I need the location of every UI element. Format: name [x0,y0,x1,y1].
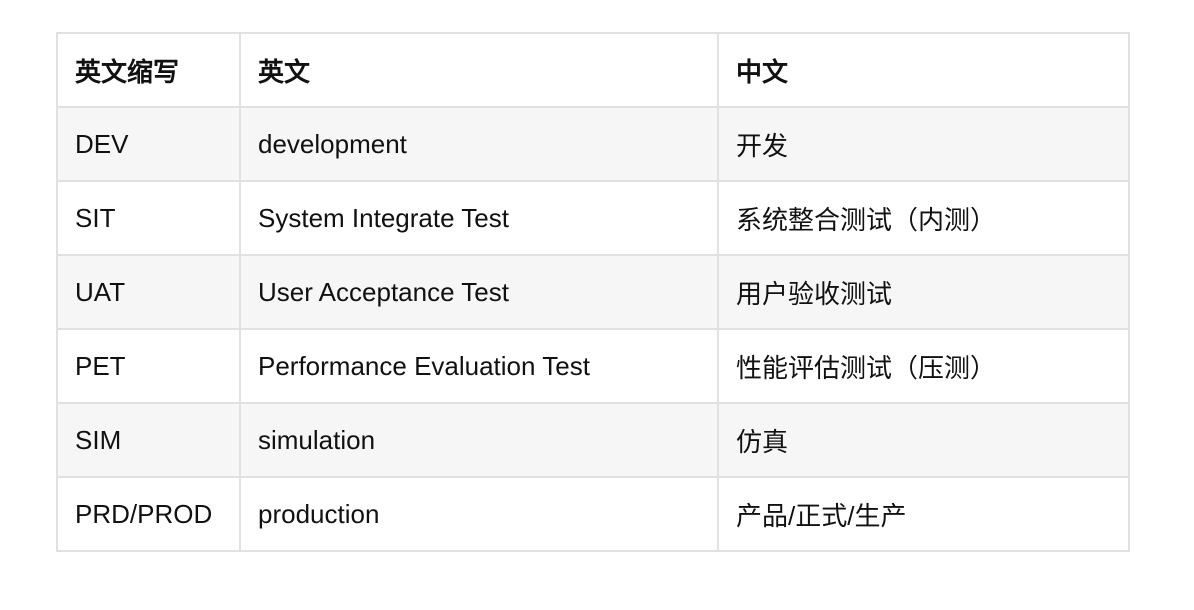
cell-chinese: 系统整合测试（内测） [717,180,1130,256]
cell-abbreviation: PRD/PROD [56,476,241,552]
cell-english: User Acceptance Test [239,254,719,330]
table-header-row: 英文缩写 英文 中文 [56,32,1130,108]
cell-abbreviation: UAT [56,254,241,330]
cell-chinese: 开发 [717,106,1130,182]
table-row: PET Performance Evaluation Test 性能评估测试（压… [56,328,1130,404]
cell-abbreviation: SIT [56,180,241,256]
table-row: SIM simulation 仿真 [56,402,1130,478]
cell-abbreviation: SIM [56,402,241,478]
cell-chinese: 性能评估测试（压测） [717,328,1130,404]
cell-english: production [239,476,719,552]
environment-table: 英文缩写 英文 中文 DEV development 开发 SIT System… [56,32,1130,552]
cell-abbreviation: PET [56,328,241,404]
cell-chinese: 仿真 [717,402,1130,478]
header-chinese: 中文 [717,32,1130,108]
cell-english: development [239,106,719,182]
cell-english: System Integrate Test [239,180,719,256]
cell-english: Performance Evaluation Test [239,328,719,404]
table-row: UAT User Acceptance Test 用户验收测试 [56,254,1130,330]
cell-abbreviation: DEV [56,106,241,182]
table-row: DEV development 开发 [56,106,1130,182]
table-row: SIT System Integrate Test 系统整合测试（内测） [56,180,1130,256]
cell-chinese: 产品/正式/生产 [717,476,1130,552]
table-row: PRD/PROD production 产品/正式/生产 [56,476,1130,552]
cell-chinese: 用户验收测试 [717,254,1130,330]
header-abbreviation: 英文缩写 [56,32,241,108]
cell-english: simulation [239,402,719,478]
header-english: 英文 [239,32,719,108]
